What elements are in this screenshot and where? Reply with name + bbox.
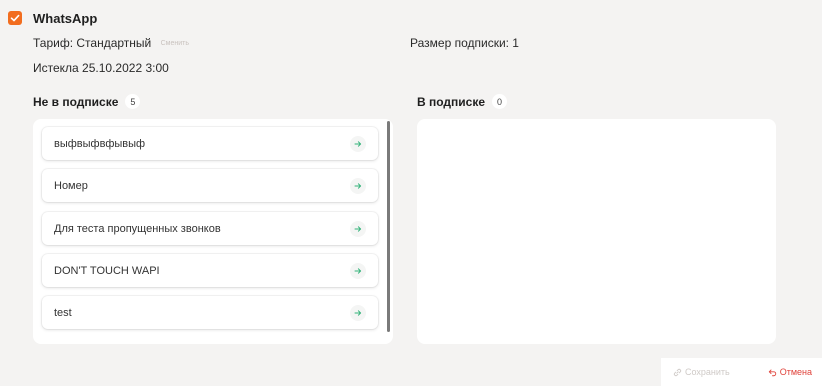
subscribed-list xyxy=(417,119,776,344)
not-subscribed-scrollbar[interactable] xyxy=(387,121,390,332)
arrow-right-icon xyxy=(354,309,362,316)
list-item-label: выфвыфвфывыф xyxy=(54,137,146,150)
integration-checkbox[interactable] xyxy=(8,11,22,25)
move-to-subscription-button[interactable] xyxy=(350,304,366,321)
not-subscribed-count-badge: 5 xyxy=(125,94,141,109)
change-tariff-link[interactable]: Сменить xyxy=(161,40,189,47)
list-item[interactable]: DON'T TOUCH WAPI xyxy=(42,254,378,287)
integration-title: WhatsApp xyxy=(33,11,98,26)
list-item[interactable]: test xyxy=(42,296,378,329)
list-item-label: Номер xyxy=(54,179,88,192)
undo-arrow-icon xyxy=(768,369,776,376)
arrow-right-icon xyxy=(354,225,362,232)
subscription-editor: WhatsApp Тариф: Стандартный Сменить Разм… xyxy=(0,0,822,386)
move-to-subscription-button[interactable] xyxy=(350,262,366,279)
cancel-button[interactable]: Отмена xyxy=(768,367,812,377)
move-to-subscription-button[interactable] xyxy=(350,177,366,194)
not-subscribed-title: Не в подписке xyxy=(33,94,119,109)
subscribed-count-badge: 0 xyxy=(492,94,508,109)
list-item-label: test xyxy=(54,306,72,319)
form-actions: Сохранить Отмена xyxy=(661,358,822,386)
arrow-right-icon xyxy=(354,140,362,147)
move-to-subscription-button[interactable] xyxy=(350,220,366,237)
list-item-label: DON'T TOUCH WAPI xyxy=(54,264,160,277)
checkmark-icon xyxy=(10,14,20,22)
arrow-right-icon xyxy=(354,182,362,189)
list-item[interactable]: Номер xyxy=(42,169,378,202)
subscribed-header: В подписке 0 xyxy=(417,94,508,109)
list-item[interactable]: Для теста пропущенных звонков xyxy=(42,212,378,245)
link-icon xyxy=(673,368,682,376)
subscribed-title: В подписке xyxy=(417,94,486,109)
tariff-label: Тариф: Стандартный xyxy=(33,36,152,50)
list-item-label: Для теста пропущенных звонков xyxy=(54,222,221,235)
arrow-right-icon xyxy=(354,267,362,274)
tariff-info: Тариф: Стандартный Сменить xyxy=(33,36,189,50)
move-to-subscription-button[interactable] xyxy=(350,135,366,152)
list-item[interactable]: выфвыфвфывыф xyxy=(42,127,378,160)
expiry-status: Истекла 25.10.2022 3:00 xyxy=(33,61,169,75)
save-button[interactable]: Сохранить xyxy=(673,367,730,377)
save-button-label: Сохранить xyxy=(685,367,730,377)
subscription-size: Размер подписки: 1 xyxy=(410,36,519,50)
cancel-button-label: Отмена xyxy=(779,367,812,377)
not-subscribed-header: Не в подписке 5 xyxy=(33,94,141,109)
